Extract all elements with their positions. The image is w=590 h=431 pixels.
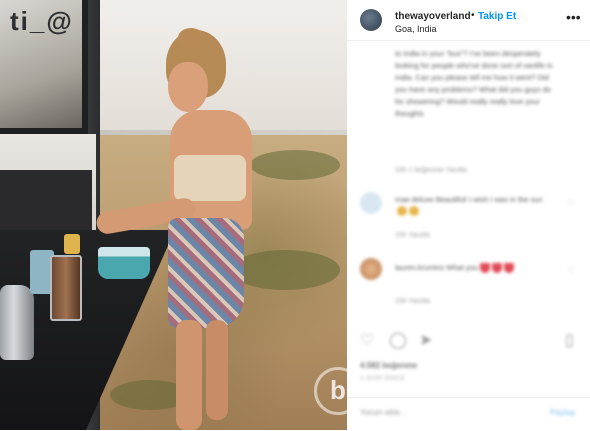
jar: [64, 234, 80, 254]
avatar[interactable]: [360, 9, 382, 31]
avatar[interactable]: [360, 258, 382, 280]
french-press: [50, 255, 82, 321]
person-leg: [206, 320, 228, 420]
more-icon[interactable]: •••: [566, 9, 581, 25]
follow-button[interactable]: Takip Et: [478, 11, 516, 22]
heart-emoji-icon: [479, 263, 490, 274]
person-hair-bun: [178, 28, 204, 48]
emoji-icon: [409, 206, 419, 217]
caption-text: to India in your “bus”? I've been desper…: [395, 49, 553, 118]
location-link[interactable]: Goa, India: [395, 24, 437, 34]
bookmark-icon[interactable]: ▯: [565, 330, 574, 350]
comment-icon[interactable]: ◯: [389, 330, 407, 350]
post-time: 1 GÜN ÖNCE: [360, 375, 406, 382]
heart-emoji-icon: [491, 263, 502, 274]
comment-heart-icon[interactable]: ♡: [567, 265, 575, 276]
comment-meta: 10h Yanıtla: [395, 298, 430, 305]
comment-heart-icon[interactable]: ♡: [567, 198, 575, 209]
heart-icon[interactable]: ♡: [360, 330, 374, 350]
comment-input[interactable]: Yorum ekle...: [360, 408, 406, 417]
person-face: [168, 62, 208, 112]
add-comment-bar: Yorum ekle... Paylaş: [347, 397, 590, 431]
comment-body: mae.deluxe Beautiful! I wish I was in th…: [395, 195, 543, 204]
comment-text: mae.deluxe Beautiful! I wish I was in th…: [395, 194, 545, 217]
comment-text: lauren.krumins What you: [395, 262, 545, 274]
comment-meta: 10h Yanıtla: [395, 232, 430, 239]
likes-count[interactable]: 4.582 beğenme: [360, 361, 417, 370]
post-comment-button[interactable]: Paylaş: [550, 408, 575, 417]
avatar[interactable]: [360, 192, 382, 214]
username-link[interactable]: thewayoverland: [395, 11, 471, 22]
bowl: [98, 247, 150, 279]
person-sarong: [168, 218, 244, 328]
van-logo: ti_@: [10, 6, 74, 36]
separator-dot: •: [471, 10, 475, 21]
emoji-icon: [397, 206, 407, 217]
heart-emoji-icon: [503, 263, 514, 274]
post-header: thewayoverland • Takip Et Goa, India •••: [347, 0, 590, 41]
van-rear-window: ti_@: [0, 0, 88, 134]
person-top: [174, 155, 246, 201]
caption-meta: 10h 1 beğenme Yanıtla: [395, 167, 467, 174]
kettle: [0, 285, 34, 360]
post-side-panel: thewayoverland • Takip Et Goa, India •••…: [347, 0, 590, 430]
grass-patch: [230, 250, 340, 290]
post-photo[interactable]: ti_@ b: [0, 0, 347, 430]
person-leg: [176, 320, 202, 430]
grass-patch: [250, 150, 340, 180]
comment-body: lauren.krumins What you: [395, 263, 478, 272]
share-icon[interactable]: ➤: [419, 330, 432, 350]
